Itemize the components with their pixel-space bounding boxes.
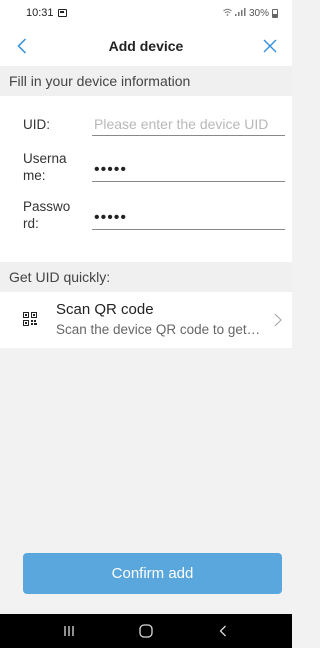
uid-label: UID:: [23, 117, 50, 132]
calendar-icon: [57, 9, 67, 17]
quick-uid-section-title: Get UID quickly:: [0, 262, 292, 292]
device-info-form: UID: Username: Password:: [0, 96, 292, 262]
page-title: Add device: [108, 38, 184, 54]
recent-apps-icon: [64, 626, 74, 636]
username-input[interactable]: [92, 158, 285, 182]
password-input[interactable]: [92, 206, 285, 230]
uid-row: UID:: [0, 104, 292, 140]
password-label: Password:: [23, 199, 71, 231]
uid-input[interactable]: [92, 112, 285, 136]
status-left: 10:31: [26, 7, 67, 19]
back-icon: [219, 625, 227, 637]
status-time: 10:31: [26, 7, 54, 19]
device-info-section-title: Fill in your device information: [0, 66, 292, 96]
username-row: Username:: [0, 146, 292, 196]
password-row: Password:: [0, 198, 292, 248]
home-icon: [139, 624, 153, 638]
chevron-right-icon: [274, 313, 282, 327]
qr-code-icon: [23, 312, 37, 326]
close-button[interactable]: [256, 32, 284, 60]
close-icon: [263, 39, 277, 53]
status-bar: 10:31 30%: [0, 0, 292, 26]
scan-qr-title: Scan QR code: [56, 301, 154, 318]
scan-qr-subtitle: Scan the device QR code to get the UID: [56, 322, 262, 337]
header: Add device: [0, 26, 292, 66]
home-button[interactable]: [126, 614, 166, 648]
status-right: 30%: [223, 8, 278, 19]
username-label: Username:: [23, 151, 67, 183]
scan-qr-item[interactable]: Scan QR code Scan the device QR code to …: [0, 292, 292, 348]
confirm-add-button[interactable]: Confirm add: [23, 553, 282, 594]
recent-apps-button[interactable]: [49, 614, 89, 648]
wifi-icon: [223, 8, 232, 18]
system-nav-bar: [0, 614, 292, 648]
battery-percent: 30%: [248, 7, 269, 19]
battery-icon: [272, 8, 278, 18]
back-button[interactable]: [8, 32, 36, 60]
system-back-button[interactable]: [203, 614, 243, 648]
signal-icon: [234, 8, 246, 18]
back-arrow-icon: [17, 38, 27, 54]
